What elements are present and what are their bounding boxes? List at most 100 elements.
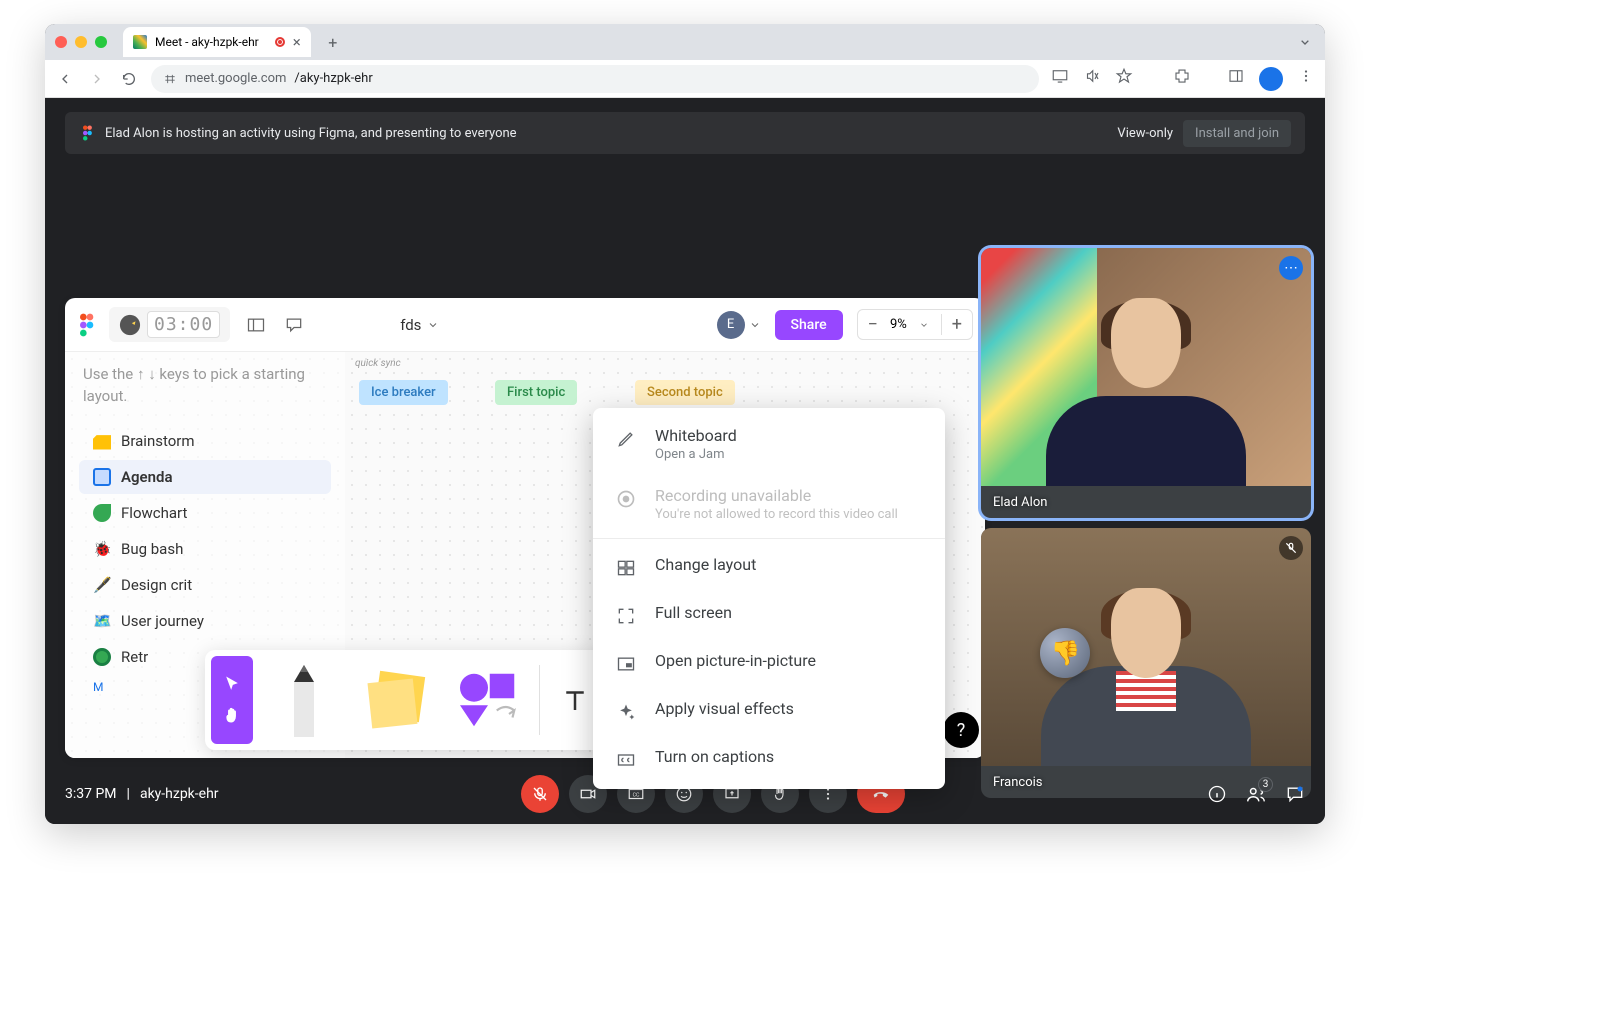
- screen-icon[interactable]: [1051, 67, 1069, 85]
- toolbar-icons: [1051, 67, 1315, 91]
- figma-zoom-control[interactable]: − 9% +: [857, 309, 973, 340]
- chat-icon[interactable]: [1285, 784, 1305, 804]
- menu-item-fullscreen[interactable]: Full screen: [593, 591, 945, 639]
- figma-user-avatar[interactable]: E: [717, 311, 745, 339]
- url-path: /aky-hzpk-ehr: [294, 71, 372, 86]
- new-tab-button[interactable]: +: [319, 28, 347, 56]
- participant-name: Elad Alon: [993, 495, 1047, 510]
- tool-shapes[interactable]: [447, 656, 529, 744]
- menu-item-title: Whiteboard: [655, 426, 737, 445]
- participant-tile-francois[interactable]: 👎 Francois: [981, 528, 1311, 798]
- agenda-pill-first-topic[interactable]: First topic: [495, 380, 577, 405]
- menu-item-pip[interactable]: Open picture-in-picture: [593, 639, 945, 687]
- svg-text:CC: CC: [632, 792, 639, 798]
- profile-avatar[interactable]: [1259, 67, 1283, 91]
- sticky-note-icon: [361, 665, 431, 735]
- agenda-pill-ice-breaker[interactable]: Ice breaker: [359, 380, 448, 405]
- canvas-label: quick sync: [355, 358, 401, 369]
- record-icon: [615, 488, 637, 510]
- figma-toolbar-top: 03:00 fds E Share − 9% +: [65, 298, 985, 352]
- template-designcrit[interactable]: 🖋️Design crit: [79, 568, 331, 602]
- template-brainstorm[interactable]: Brainstorm: [79, 424, 331, 458]
- figma-file-name[interactable]: fds: [400, 316, 439, 334]
- cursor-icon: [222, 674, 242, 694]
- close-window-icon[interactable]: [55, 36, 67, 48]
- back-button[interactable]: [55, 69, 75, 89]
- shapes-icon: [453, 665, 523, 735]
- bug-icon: 🐞: [93, 540, 111, 558]
- participant-grid: ⋯ Elad Alon 👎 Francois: [981, 248, 1311, 798]
- meeting-info[interactable]: 3:37 PM | aky-hzpk-ehr: [65, 786, 219, 802]
- install-join-button[interactable]: Install and join: [1183, 120, 1291, 147]
- template-agenda[interactable]: Agenda: [79, 460, 331, 494]
- pen-icon: 🖋️: [93, 576, 111, 594]
- mic-off-icon: [531, 785, 549, 803]
- figma-icon: [79, 125, 95, 141]
- sidepanel-icon[interactable]: [1227, 67, 1245, 85]
- minimize-window-icon[interactable]: [75, 36, 87, 48]
- view-only-label: View-only: [1117, 126, 1173, 141]
- zoom-in-icon[interactable]: +: [941, 314, 962, 335]
- meeting-code: aky-hzpk-ehr: [140, 786, 219, 802]
- tab-title: Meet - aky-hzpk-ehr: [155, 35, 259, 49]
- agenda-pill-second-topic[interactable]: Second topic: [635, 380, 735, 405]
- figma-timer[interactable]: 03:00: [109, 307, 230, 342]
- menu-item-recording: Recording unavailable You're not allowed…: [593, 474, 945, 534]
- chrome-menu-icon[interactable]: [1297, 67, 1315, 85]
- menu-item-layout[interactable]: Change layout: [593, 543, 945, 591]
- template-bugbash[interactable]: 🐞Bug bash: [79, 532, 331, 566]
- url-input[interactable]: meet.google.com/aky-hzpk-ehr: [151, 65, 1039, 93]
- chevron-down-icon[interactable]: [1297, 34, 1313, 50]
- site-info-icon[interactable]: [163, 72, 177, 86]
- figma-hint-text: Use the ↑ ↓ keys to pick a starting layo…: [71, 364, 339, 422]
- clock-time: 3:37 PM: [65, 786, 117, 802]
- menu-item-title: Change layout: [655, 555, 756, 574]
- people-button[interactable]: 3: [1245, 783, 1267, 805]
- meet-options-menu: Whiteboard Open a Jam Recording unavaila…: [593, 408, 945, 789]
- chevron-down-icon[interactable]: [749, 319, 761, 331]
- hand-icon: [222, 706, 242, 726]
- info-icon[interactable]: [1207, 784, 1227, 804]
- template-flowchart[interactable]: Flowchart: [79, 496, 331, 530]
- participant-tile-elad[interactable]: ⋯ Elad Alon: [981, 248, 1311, 518]
- reload-button[interactable]: [119, 69, 139, 89]
- people-count: 3: [1258, 777, 1273, 792]
- extensions-icon[interactable]: [1173, 67, 1191, 85]
- maximize-window-icon[interactable]: [95, 36, 107, 48]
- bookmark-star-icon[interactable]: [1115, 67, 1133, 85]
- cc-icon: [615, 749, 637, 771]
- figma-share-button[interactable]: Share: [775, 310, 843, 340]
- tool-select[interactable]: [211, 656, 253, 744]
- menu-item-whiteboard[interactable]: Whiteboard Open a Jam: [593, 414, 945, 474]
- browser-tab[interactable]: Meet - aky-hzpk-ehr ×: [123, 27, 311, 57]
- tool-sticky[interactable]: [355, 656, 437, 744]
- menu-item-subtitle: Open a Jam: [655, 447, 737, 462]
- menu-separator: [593, 538, 945, 539]
- forward-button[interactable]: [87, 69, 107, 89]
- comment-icon[interactable]: [282, 313, 306, 337]
- activity-banner: Elad Alon is hosting an activity using F…: [65, 112, 1305, 154]
- layout-icon: [615, 557, 637, 579]
- pencil-icon: [281, 660, 327, 740]
- figma-logo-icon[interactable]: [77, 313, 95, 337]
- chevron-down-icon: [427, 319, 439, 331]
- help-button[interactable]: ?: [943, 712, 979, 748]
- panels-icon[interactable]: [244, 313, 268, 337]
- timer-value: 03:00: [147, 311, 220, 338]
- close-tab-icon[interactable]: ×: [293, 33, 301, 51]
- zoom-out-icon[interactable]: −: [868, 314, 878, 335]
- tool-pencil[interactable]: [263, 656, 345, 744]
- url-domain: meet.google.com: [185, 71, 286, 86]
- mute-audio-icon[interactable]: [1083, 67, 1101, 85]
- menu-item-title: Apply visual effects: [655, 699, 794, 718]
- menu-item-effects[interactable]: Apply visual effects: [593, 687, 945, 735]
- window-controls[interactable]: [55, 36, 107, 48]
- tile-options-icon[interactable]: ⋯: [1279, 256, 1303, 280]
- pencil-icon: [615, 428, 637, 450]
- zoom-value: 9%: [890, 317, 907, 332]
- template-userjourney[interactable]: 🗺️User journey: [79, 604, 331, 638]
- menu-item-subtitle: You're not allowed to record this video …: [655, 507, 898, 522]
- menu-item-captions[interactable]: Turn on captions: [593, 735, 945, 783]
- text-icon: [560, 685, 590, 715]
- mic-button[interactable]: [521, 775, 559, 813]
